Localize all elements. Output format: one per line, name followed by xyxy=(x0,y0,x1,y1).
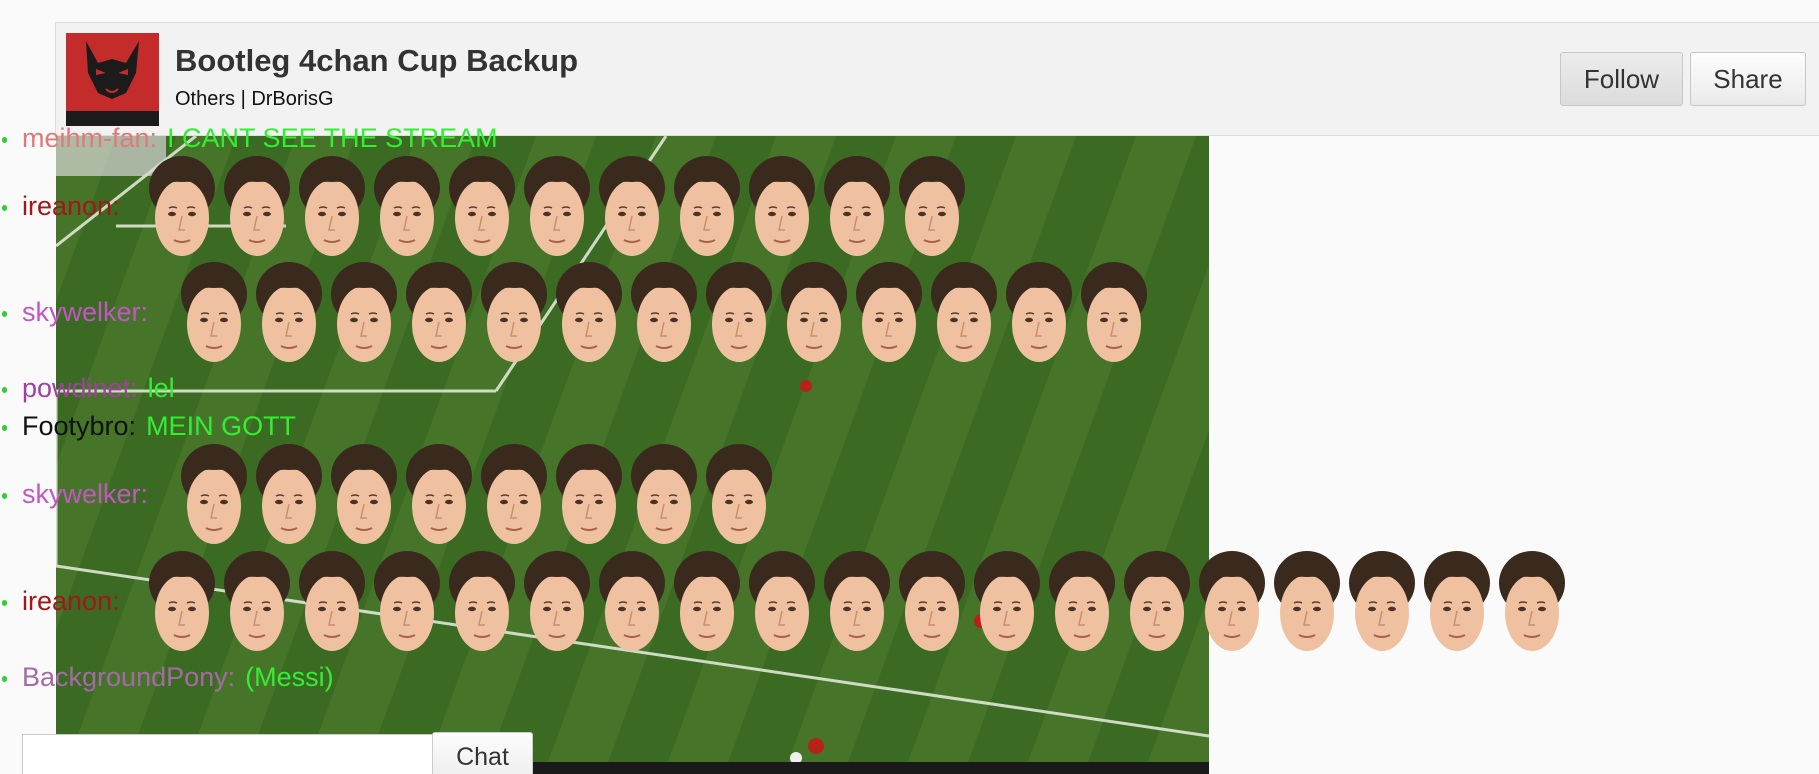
chat-text: I CANT SEE THE STREAM xyxy=(167,123,498,153)
channel-avatar[interactable] xyxy=(66,33,159,126)
messi-face-emote xyxy=(331,262,397,362)
bullet-icon xyxy=(2,386,7,393)
chat-message: skywelker: xyxy=(0,477,148,511)
chat-message: meihm-fan: I CANT SEE THE STREAM xyxy=(0,121,498,155)
messi-face-emote xyxy=(899,156,965,256)
bullet-icon xyxy=(2,424,7,431)
messi-face-emote xyxy=(556,444,622,544)
messi-face-emote xyxy=(631,262,697,362)
messi-face-emote xyxy=(706,262,772,362)
bullet-icon xyxy=(2,136,7,143)
messi-face-emote xyxy=(974,551,1040,651)
messi-face-emote xyxy=(299,551,365,651)
messi-face-emote xyxy=(749,156,815,256)
bullet-icon xyxy=(2,492,7,499)
bullet-icon xyxy=(2,204,7,211)
chat-message: powdinet: lel xyxy=(0,371,175,405)
stream-page: Bootleg 4chan Cup Backup Others | DrBori… xyxy=(0,0,1819,774)
bullet-icon xyxy=(2,675,7,682)
messi-face-emote xyxy=(149,551,215,651)
messi-face-emote xyxy=(599,551,665,651)
messi-face-emote xyxy=(331,444,397,544)
messi-face-emote xyxy=(899,551,965,651)
messi-face-emote xyxy=(781,262,847,362)
messi-face-emote xyxy=(556,262,622,362)
messi-face-emote xyxy=(224,156,290,256)
chat-username[interactable]: skywelker: xyxy=(22,297,148,327)
messi-face-emote xyxy=(149,156,215,256)
channel-title: Bootleg 4chan Cup Backup xyxy=(175,43,579,78)
panther-logo-icon xyxy=(66,33,159,126)
messi-face-emote xyxy=(599,156,665,256)
messi-face-emote xyxy=(406,444,472,544)
chat-username[interactable]: meihm-fan: xyxy=(22,123,157,153)
messi-face-emote xyxy=(1274,551,1340,651)
chat-text: MEIN GOTT xyxy=(146,411,297,441)
emote-row xyxy=(145,549,1570,657)
messi-face-emote xyxy=(524,156,590,256)
messi-face-emote xyxy=(1049,551,1115,651)
messi-face-emote xyxy=(824,156,890,256)
messi-face-emote xyxy=(706,444,772,544)
chat-username[interactable]: powdinet: xyxy=(22,373,138,403)
messi-face-emote xyxy=(224,551,290,651)
bullet-icon xyxy=(2,599,7,606)
messi-face-emote xyxy=(931,262,997,362)
messi-face-emote xyxy=(674,551,740,651)
messi-face-emote xyxy=(631,444,697,544)
messi-face-emote xyxy=(449,156,515,256)
channel-subtitle[interactable]: Others | DrBorisG xyxy=(175,88,334,111)
messi-face-emote xyxy=(856,262,922,362)
emote-row xyxy=(177,442,777,550)
messi-face-emote xyxy=(256,444,322,544)
chat-message: ireanon: xyxy=(0,584,120,618)
chat-input[interactable] xyxy=(22,734,434,774)
messi-face-emote xyxy=(481,444,547,544)
chat-send-button[interactable]: Chat xyxy=(432,732,533,774)
messi-face-emote xyxy=(1349,551,1415,651)
emote-row xyxy=(145,154,970,262)
chat-username[interactable]: skywelker: xyxy=(22,479,148,509)
chat-message: ireanon: xyxy=(0,189,120,223)
messi-face-emote xyxy=(449,551,515,651)
chat-username[interactable]: ireanon: xyxy=(22,586,120,616)
chat-message: BackgroundPony: (Messi) xyxy=(0,660,334,694)
follow-button[interactable]: Follow xyxy=(1560,52,1683,106)
channel-header: Bootleg 4chan Cup Backup Others | DrBori… xyxy=(55,22,1819,136)
chat-username[interactable]: Footybro: xyxy=(22,411,136,441)
messi-face-emote xyxy=(256,262,322,362)
messi-face-emote xyxy=(1124,551,1190,651)
chat-username[interactable]: ireanon: xyxy=(22,191,120,221)
messi-face-emote xyxy=(1424,551,1490,651)
messi-face-emote xyxy=(674,156,740,256)
messi-face-emote xyxy=(749,551,815,651)
chat-message: Footybro: MEIN GOTT xyxy=(0,409,296,443)
chat-text: lel xyxy=(147,373,175,403)
messi-face-emote xyxy=(1006,262,1072,362)
messi-face-emote xyxy=(406,262,472,362)
messi-face-emote xyxy=(299,156,365,256)
messi-face-emote xyxy=(374,156,440,256)
messi-face-emote xyxy=(181,444,247,544)
messi-face-emote xyxy=(181,262,247,362)
messi-face-emote xyxy=(524,551,590,651)
messi-face-emote xyxy=(1199,551,1265,651)
bullet-icon xyxy=(2,310,7,317)
messi-face-emote xyxy=(824,551,890,651)
emote-row xyxy=(177,260,1152,368)
chat-message: skywelker: xyxy=(0,295,148,329)
share-button[interactable]: Share xyxy=(1690,52,1806,106)
chat-text: (Messi) xyxy=(245,662,334,692)
messi-face-emote xyxy=(374,551,440,651)
messi-face-emote xyxy=(1499,551,1565,651)
messi-face-emote xyxy=(481,262,547,362)
chat-username[interactable]: BackgroundPony: xyxy=(22,662,235,692)
messi-face-emote xyxy=(1081,262,1147,362)
